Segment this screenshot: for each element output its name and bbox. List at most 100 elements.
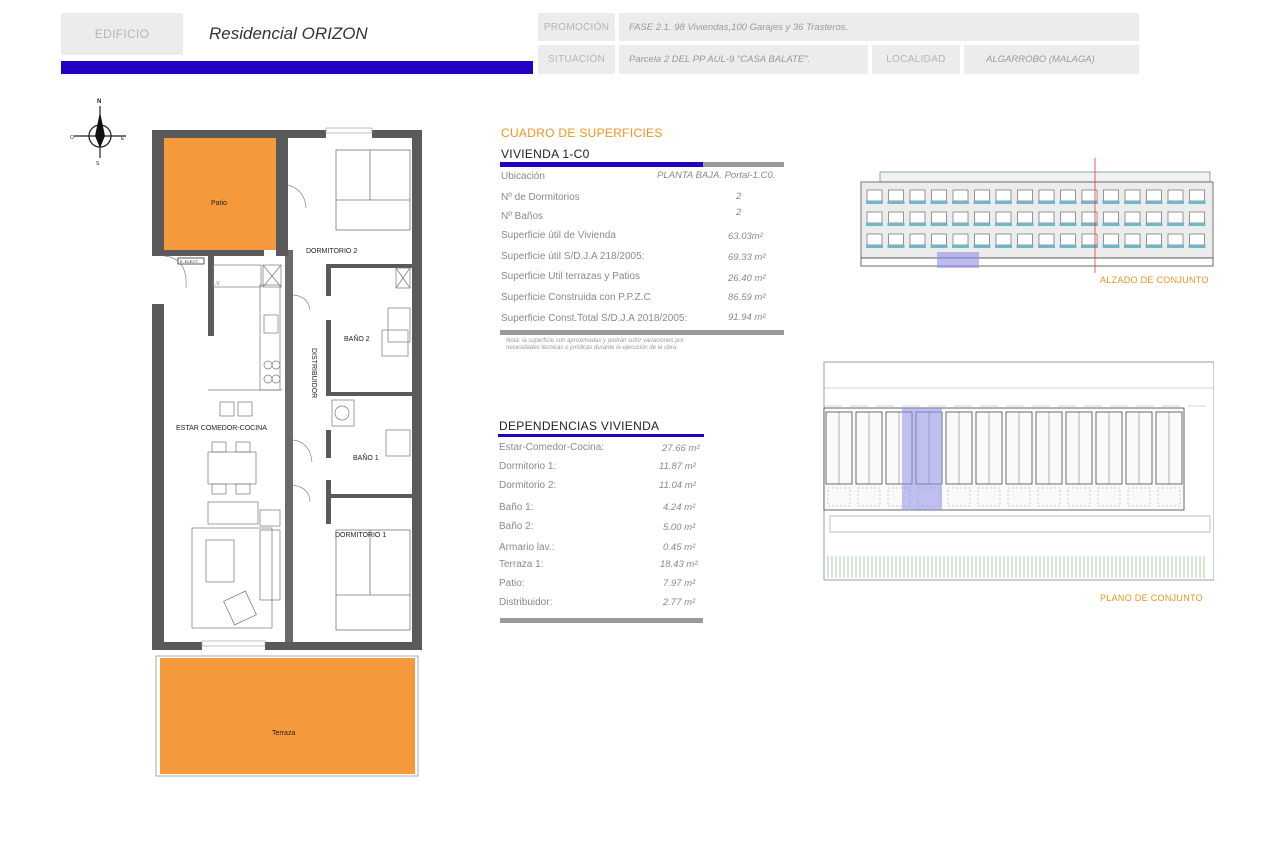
facade-window [1017, 189, 1033, 202]
facade-window [1146, 189, 1162, 202]
room-patio: Patio [211, 200, 227, 207]
facade-window [995, 211, 1012, 224]
facade-balcony [1059, 201, 1077, 204]
facade-balcony [1167, 223, 1184, 226]
dep-row-value: 2.77 m² [663, 597, 696, 608]
facade-window [1146, 211, 1162, 224]
alzado-label: ALZADO DE CONJUNTO [1100, 275, 1209, 285]
facade-balcony [1016, 223, 1034, 226]
room-distribuidor: DISTRIBUIDOR [310, 348, 317, 398]
dep-row-value: 7.97 m² [663, 578, 696, 589]
edificio-label: EDIFICIO [61, 13, 183, 55]
facade-window [1060, 189, 1076, 202]
dep-row-value: 0.45 m² [663, 542, 696, 553]
facade-balcony [1038, 245, 1055, 248]
facade-balcony [1102, 223, 1120, 226]
dep-row-label: Distribuidor: [499, 597, 553, 608]
room-dormitorio-1: DORMITORIO 1 [335, 532, 386, 539]
facade-balcony [866, 245, 883, 248]
facade-balcony [1145, 223, 1163, 226]
dep-row-label: Armario lav.: [499, 542, 555, 553]
facade-window [888, 211, 904, 224]
dependencias-top-bar [498, 434, 704, 437]
sup-row-label: Superficie Construida con P.P.Z.C [501, 292, 651, 303]
facade-window [1189, 211, 1205, 224]
alzado-drawing [860, 158, 1214, 273]
facade-window [1189, 233, 1205, 246]
facade-window [909, 189, 926, 202]
facade-balcony [930, 201, 948, 204]
sup-row-label: Superficie útil de Vivienda [501, 230, 616, 241]
dep-row-label: Dormitorio 2: [499, 480, 557, 491]
superficies-top-bar [500, 162, 703, 167]
facade-window [995, 189, 1012, 202]
facade-balcony [1081, 201, 1098, 204]
facade-window [1038, 189, 1055, 202]
dep-row-value: 5.00 m² [663, 522, 696, 533]
facade-window [1038, 233, 1055, 246]
compass-icon: N E S O [70, 99, 126, 167]
sup-row-value: PLANTA BAJA. Portal-1.C0. [657, 170, 776, 181]
facade-balcony [1188, 201, 1206, 204]
facade-window [974, 233, 990, 246]
facade-balcony [1038, 223, 1055, 226]
compass-s: S [96, 161, 100, 167]
situacion-label: SITUACIÓN [538, 45, 615, 74]
facade-balcony [952, 245, 969, 248]
dependencias-title: DEPENDENCIAS VIVIENDA [499, 419, 660, 433]
sup-row-value: 63.03m² [728, 231, 763, 242]
plano-label: PLANO DE CONJUNTO [1100, 593, 1203, 603]
facade-balcony [973, 201, 991, 204]
header-accent-bar [61, 61, 533, 74]
facade-window [888, 233, 904, 246]
facade-balcony [952, 201, 969, 204]
sup-row-value: 91.94 m² [728, 312, 766, 323]
facade-window [1124, 189, 1141, 202]
facade-window [1017, 211, 1033, 224]
facade-window [909, 211, 926, 224]
compass-e: E [121, 136, 125, 142]
facade-balcony [887, 245, 905, 248]
sup-row-label: Nº de Dormitorios [501, 192, 580, 203]
facade-balcony [887, 201, 905, 204]
sup-row-label: Nº Baños [501, 211, 544, 222]
facade-window [1124, 211, 1141, 224]
terraza-area [160, 658, 415, 774]
facade-window [1167, 211, 1184, 224]
facade-balcony [995, 245, 1012, 248]
facade-balcony [1167, 245, 1184, 248]
facade-window [1060, 233, 1076, 246]
facade-balcony [909, 201, 926, 204]
sup-row-value: 26.40 m² [728, 273, 766, 284]
room-e-elect: E. ELECT. [180, 259, 198, 264]
facade-window [1146, 233, 1162, 246]
note-line-1: Nota: la superficie son aproximadas y po… [506, 338, 684, 344]
promocion-label: PROMOCIÓN [538, 13, 615, 41]
facade-window [1060, 211, 1076, 224]
facade-window [931, 211, 947, 224]
room-estar-comedor-cocina: ESTAR COMEDOR-COCINA [176, 425, 267, 432]
facade-balcony [866, 201, 883, 204]
facade-balcony [1059, 223, 1077, 226]
facade-balcony [1124, 223, 1141, 226]
facade-window [866, 233, 883, 246]
facade-window [1167, 233, 1184, 246]
facade-balcony [995, 223, 1012, 226]
facade-window [888, 189, 904, 202]
facade-window [995, 233, 1012, 246]
facade-balcony [1145, 245, 1163, 248]
superficies-title: CUADRO DE SUPERFICIES [501, 126, 663, 140]
facade-window [1038, 211, 1055, 224]
dep-row-label: Baño 1: [499, 502, 534, 513]
superficies-note: Nota: la superficie son aproximadas y po… [506, 338, 786, 352]
compass-n: N [97, 99, 101, 105]
room-lv: L.V. [212, 281, 220, 287]
dep-row-value: 4.24 m² [663, 502, 696, 513]
facade-balcony [1124, 201, 1141, 204]
patio-area [164, 138, 276, 250]
promocion-value: FASE 2.1. 98 Viviendas,100 Garajes y 36 … [619, 13, 1139, 41]
sup-row-label: Superficie Const.Total S/D.J.A 2018/2005… [501, 313, 688, 324]
room-bano-2: BAÑO 2 [344, 334, 370, 343]
facade-window [1103, 189, 1119, 202]
sup-row-value: 86.59 m² [728, 292, 766, 303]
